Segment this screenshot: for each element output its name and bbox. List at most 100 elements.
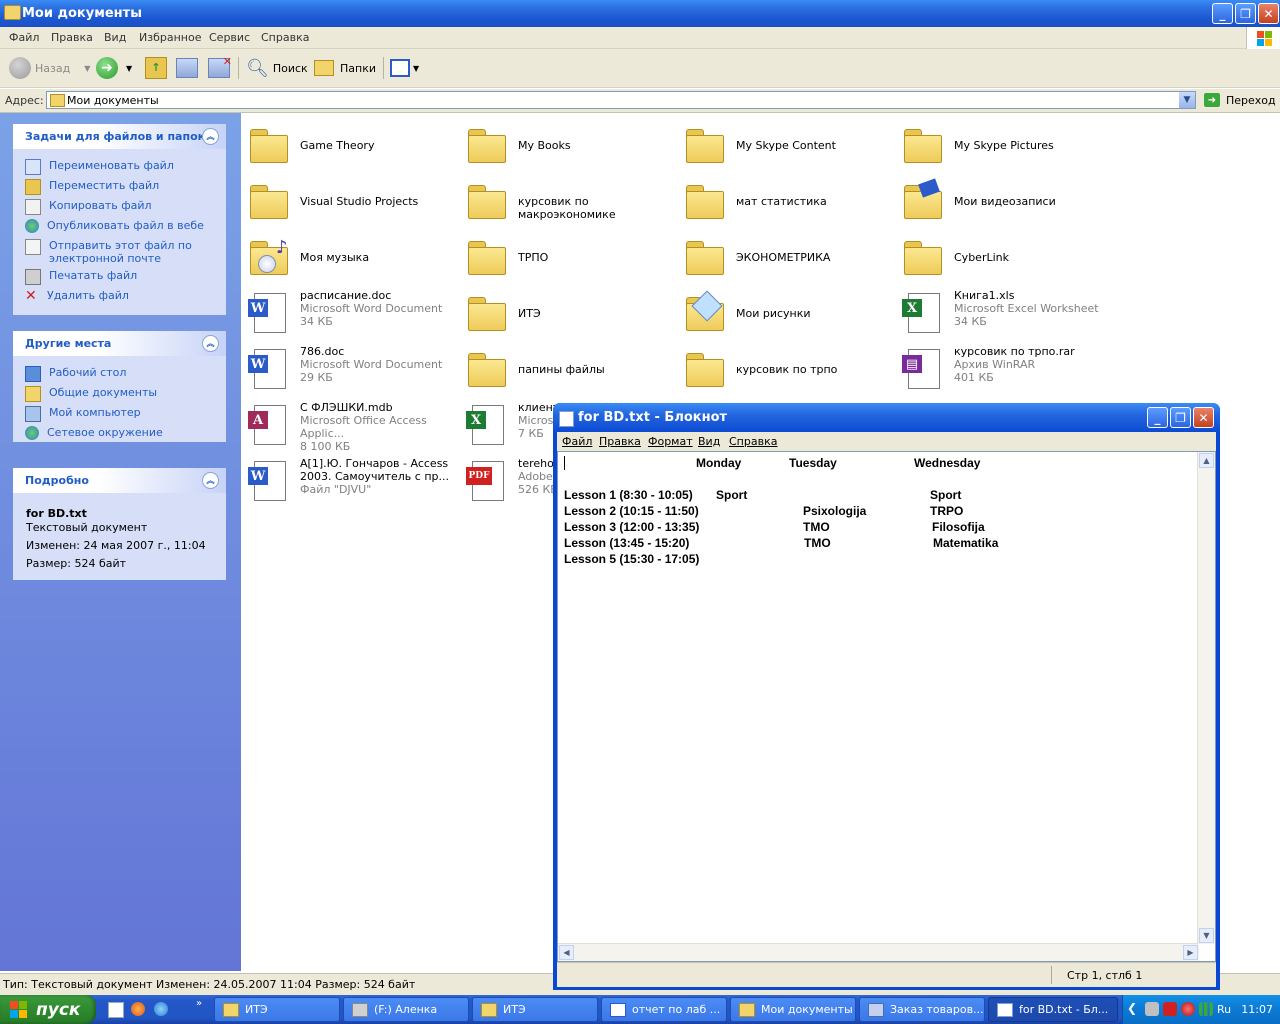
notepad-text-area[interactable]: Monday Tuesday Wednesday Lesson 1 (8:30 … bbox=[557, 451, 1216, 962]
desktop-link[interactable]: Рабочий стол bbox=[25, 366, 126, 382]
delete-file-link[interactable]: ✕ Удалить файл bbox=[25, 289, 129, 303]
taskbar-button-report[interactable]: отчет по лаб ... bbox=[601, 997, 727, 1022]
internet-explorer-icon[interactable] bbox=[154, 1002, 168, 1016]
window-title: Мои документы bbox=[22, 6, 142, 21]
notepad-close-button[interactable]: ✕ bbox=[1193, 407, 1214, 428]
details-header[interactable]: Подробно ︽ bbox=[13, 468, 226, 493]
move-file-link[interactable]: Переместить файл bbox=[25, 179, 159, 195]
file-item[interactable]: ТРПО bbox=[460, 231, 678, 285]
taskbar-button-ite-1[interactable]: ИТЭ bbox=[214, 997, 340, 1022]
notepad-titlebar[interactable]: for BD.txt - Блокнот _ ❐ ✕ bbox=[553, 403, 1220, 432]
start-button[interactable]: пуск bbox=[0, 995, 96, 1024]
notepad-maximize-button[interactable]: ❐ bbox=[1170, 407, 1191, 428]
language-indicator[interactable]: Ru bbox=[1217, 1003, 1231, 1016]
file-item[interactable]: Мои рисунки bbox=[678, 287, 896, 341]
close-button[interactable]: ✕ bbox=[1258, 3, 1279, 24]
file-item[interactable]: курсовик по макроэкономике bbox=[460, 175, 678, 229]
antivirus-icon[interactable] bbox=[1163, 1002, 1177, 1016]
email-file-link[interactable]: Отправить этот файл по электронной почте bbox=[25, 239, 205, 265]
vertical-scrollbar[interactable]: ▲ ▼ bbox=[1197, 452, 1215, 944]
file-name: Книга1.xls bbox=[954, 289, 1015, 302]
notepad-menu-format[interactable]: Формат bbox=[648, 435, 693, 448]
network-tray-icon[interactable] bbox=[1145, 1002, 1159, 1016]
menu-edit[interactable]: Правка bbox=[51, 31, 93, 44]
minimize-button[interactable]: _ bbox=[1212, 3, 1233, 24]
taskbar-button-ite-2[interactable]: ИТЭ bbox=[472, 997, 598, 1022]
file-tasks-header[interactable]: Задачи для файлов и папок ︽ bbox=[13, 124, 226, 149]
views-button[interactable]: ▼ bbox=[390, 55, 419, 81]
delete-toolbar-button[interactable]: ✕ bbox=[208, 55, 232, 81]
firefox-icon[interactable] bbox=[131, 1002, 145, 1016]
file-item[interactable]: AС ФЛЭШКИ.mdb Microsoft Office Access App… bbox=[242, 399, 460, 453]
file-item[interactable]: мат статистика bbox=[678, 175, 896, 229]
file-item[interactable]: W А[1].Ю. Гончаров - Access 2003. Самоучи… bbox=[242, 455, 460, 509]
copy-file-link[interactable]: Копировать файл bbox=[25, 199, 152, 215]
scroll-right-icon[interactable]: ▶ bbox=[1183, 945, 1198, 960]
rename-file-link[interactable]: Переименовать файл bbox=[25, 159, 174, 175]
scroll-up-icon[interactable]: ▲ bbox=[1199, 453, 1214, 468]
taskbar-button-my-documents[interactable]: Мои документы bbox=[730, 997, 856, 1022]
horizontal-scrollbar[interactable]: ◀ ▶ bbox=[558, 943, 1199, 961]
menu-tools[interactable]: Сервис bbox=[209, 31, 250, 44]
file-item[interactable]: W 786.doc Microsoft Word Document 29 КБ bbox=[242, 343, 460, 397]
forward-button[interactable]: ➜ ▼ bbox=[96, 55, 132, 81]
menu-favorites[interactable]: Избранное bbox=[139, 31, 201, 44]
file-item[interactable]: CyberLink bbox=[896, 231, 1114, 285]
my-computer-link[interactable]: Мой компьютер bbox=[25, 406, 141, 422]
file-item[interactable]: Wрасписание.doc Microsoft Word Document 34… bbox=[242, 287, 460, 341]
notepad-menu-help[interactable]: Справка bbox=[729, 435, 777, 448]
file-item[interactable]: My Books bbox=[460, 119, 678, 173]
explorer-titlebar[interactable]: Мои документы _ ❐ ✕ bbox=[0, 0, 1280, 27]
file-item[interactable]: My Skype Pictures bbox=[896, 119, 1114, 173]
file-item[interactable]: курсовик по трпо bbox=[678, 343, 896, 397]
network-places-link[interactable]: Сетевое окружение bbox=[25, 426, 163, 440]
file-label: курсовик по макроэкономике bbox=[518, 195, 678, 221]
taskbar-button-drive-f[interactable]: (F:) Аленка bbox=[343, 997, 469, 1022]
up-folder-button[interactable]: ↑ bbox=[145, 55, 167, 81]
menu-help[interactable]: Справка bbox=[261, 31, 309, 44]
menu-view[interactable]: Вид bbox=[104, 31, 126, 44]
back-button[interactable]: Назад ▼ bbox=[9, 55, 90, 81]
notepad-minimize-button[interactable]: _ bbox=[1147, 407, 1168, 428]
file-item[interactable]: ЭКОНОМЕТРИКА bbox=[678, 231, 896, 285]
taskbar-button-notepad[interactable]: for BD.txt - Бл... bbox=[988, 997, 1118, 1022]
address-dropdown-icon[interactable]: ▼ bbox=[1179, 92, 1195, 108]
scroll-left-icon[interactable]: ◀ bbox=[559, 945, 574, 960]
show-desktop-icon[interactable] bbox=[108, 1002, 124, 1018]
file-item[interactable]: ИТЭ bbox=[460, 287, 678, 341]
file-item[interactable]: Мои видеозаписи bbox=[896, 175, 1114, 229]
file-name: А[1].Ю. Гончаров - Access 2003. Самоучит… bbox=[300, 457, 449, 483]
other-places-header[interactable]: Другие места ︽ bbox=[13, 331, 226, 356]
notepad-menu-file[interactable]: Файл bbox=[562, 435, 592, 448]
folders-button[interactable]: Папки bbox=[314, 55, 376, 81]
file-item[interactable]: My Skype Content bbox=[678, 119, 896, 173]
up-folder-icon: ↑ bbox=[145, 57, 167, 79]
media-tray-icon[interactable] bbox=[1181, 1002, 1195, 1016]
scroll-down-icon[interactable]: ▼ bbox=[1199, 928, 1214, 943]
maximize-button[interactable]: ❐ bbox=[1235, 3, 1256, 24]
file-item[interactable]: ♪ Моя музыка bbox=[242, 231, 460, 285]
signal-icon[interactable] bbox=[1199, 1002, 1213, 1016]
notepad-menu-view[interactable]: Вид bbox=[698, 435, 720, 448]
taskbar-button-orders[interactable]: Заказ товаров... bbox=[859, 997, 985, 1022]
go-button[interactable]: ➜ Переход bbox=[1204, 93, 1276, 107]
collapse-icon[interactable]: ︽ bbox=[202, 335, 219, 352]
address-input[interactable]: Мои документы ▼ bbox=[46, 91, 1196, 109]
notepad-menu-edit[interactable]: Правка bbox=[599, 435, 641, 448]
file-item[interactable]: Game Theory bbox=[242, 119, 460, 173]
file-item[interactable]: Visual Studio Projects bbox=[242, 175, 460, 229]
file-item[interactable]: ▤ курсовик по трпо.rar Архив WinRAR 401 КБ bbox=[896, 343, 1114, 397]
print-file-link[interactable]: Печатать файл bbox=[25, 269, 137, 285]
lesson-wednesday: Filosofija bbox=[932, 520, 985, 534]
publish-web-link[interactable]: Опубликовать файл в вебе bbox=[25, 219, 204, 233]
file-item[interactable]: папины файлы bbox=[460, 343, 678, 397]
shared-documents-link[interactable]: Общие документы bbox=[25, 386, 157, 402]
tray-expand-icon[interactable]: ❮ bbox=[1127, 1001, 1141, 1017]
file-item[interactable]: X Книга1.xls Microsoft Excel Worksheet 34 К… bbox=[896, 287, 1114, 341]
search-button[interactable]: 🔍︎ Поиск bbox=[246, 55, 308, 81]
collapse-icon[interactable]: ︽ bbox=[202, 128, 219, 145]
collapse-icon[interactable]: ︽ bbox=[202, 472, 219, 489]
quick-launch-expand-icon[interactable]: » bbox=[196, 998, 202, 1009]
move-to-button[interactable] bbox=[176, 55, 198, 81]
menu-file[interactable]: Файл bbox=[9, 31, 39, 44]
